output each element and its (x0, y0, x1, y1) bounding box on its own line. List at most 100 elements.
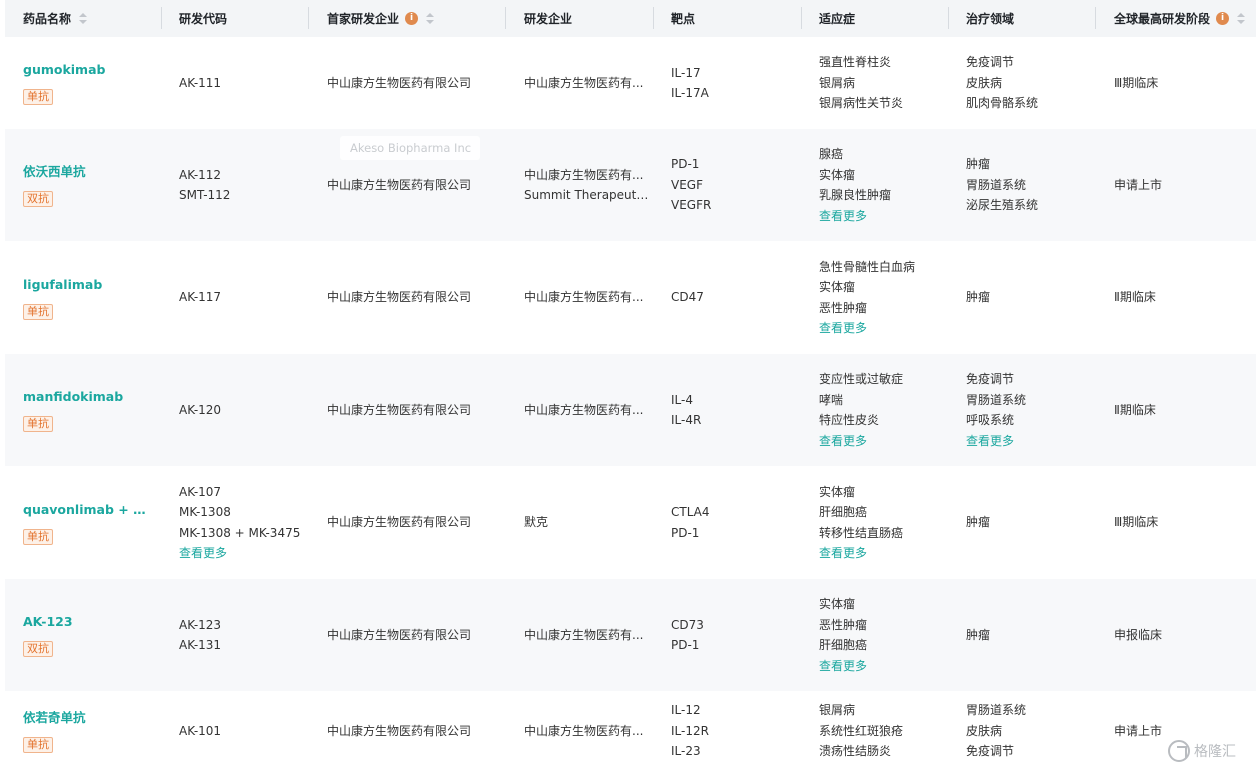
drug-name-cell: 依沃西单抗 双抗 (23, 129, 86, 241)
drug-name-cell: gumokimab 单抗 (23, 37, 105, 129)
gelonghui-logo: 格隆汇 (1168, 739, 1236, 763)
view-more-link[interactable]: 查看更多 (819, 206, 891, 227)
target: PD-1 (671, 638, 700, 652)
drug-name-link[interactable]: quavonlimab + 帕... (23, 501, 148, 519)
indication: 强直性脊柱炎 (819, 55, 892, 70)
indication: 恶性肿瘤 (819, 300, 868, 315)
drug-name-link[interactable]: ligufalimab (23, 276, 102, 294)
rd-code: AK-131 (179, 638, 222, 652)
table-row: AK-123 双抗 AK-123 AK-131 中山康方生物医药有限公司 中山康方生物医药… (5, 579, 1256, 691)
first-company: 中山康方生物医药有限公司 (327, 723, 472, 738)
highest-stage: Ⅱ期临床 (1114, 402, 1156, 417)
sort-icon[interactable] (1237, 12, 1246, 25)
rd-code: AK-120 (179, 402, 222, 417)
column-header-3[interactable]: 首家研发企业 i (327, 0, 435, 37)
first-company: 中山康方生物医药有限公司 (327, 515, 472, 530)
stage-cell: 申请上市 (1114, 691, 1162, 771)
indication: 恶性肿瘤 (819, 617, 868, 632)
therapeutic-area: 肿瘤 (966, 515, 991, 530)
column-header-label: 适应症 (819, 12, 856, 26)
table-row: 依若奇单抗 单抗 AK-101 中山康方生物医药有限公司 中山康方生物医药有... IL-… (5, 691, 1256, 771)
indication: 银屑病性关节炎 (819, 96, 904, 111)
target: IL-4 (671, 392, 693, 407)
highest-stage: Ⅲ期临床 (1114, 515, 1159, 530)
stage-cell: Ⅲ期临床 (1114, 466, 1158, 579)
indication-cell: 急性骨髓性白血病 实体瘤 恶性肿瘤 查看更多 (819, 241, 915, 354)
drug-name-cell: quavonlimab + 帕... 单抗 (23, 466, 148, 579)
therapeutic-area-cell: 肿瘤 (966, 579, 990, 691)
sort-icon[interactable] (79, 12, 88, 25)
column-header-label: 靶点 (671, 12, 696, 26)
indication: 实体瘤 (819, 167, 856, 182)
table-header: 药品名称 研发代码 首家研发企业 i 研发企业 靶点 适应症 治疗领域 全球最高研发阶段 i (5, 0, 1256, 37)
therapeutic-area-cell: 肿瘤 (966, 241, 990, 354)
indication-cell: 腺癌 实体瘤 乳腺良性肿瘤 查看更多 (819, 129, 891, 241)
table-row: ligufalimab 单抗 AK-117 中山康方生物医药有限公司 中山康方生物医药有… (5, 241, 1256, 354)
column-header-1[interactable]: 药品名称 (23, 0, 88, 37)
info-icon[interactable]: i (1216, 12, 1230, 25)
indication-cell: 变应性或过敏症 哮喘 特应性皮炎 查看更多 (819, 354, 903, 466)
first-company: 中山康方生物医药有限公司 (327, 75, 472, 90)
target: IL-12R (671, 723, 709, 738)
company-cell: 中山康方生物医药有... (524, 37, 649, 129)
table-row: gumokimab 单抗 AK-111 中山康方生物医药有限公司 中山康方生物医药有..… (5, 37, 1256, 129)
view-more-link[interactable]: 查看更多 (819, 656, 867, 677)
column-header-7: 治疗领域 (966, 0, 1014, 37)
company: 中山康方生物医药有... (524, 627, 644, 642)
target: IL-4R (671, 413, 702, 427)
info-icon[interactable]: i (405, 12, 419, 25)
column-divider (1095, 7, 1096, 29)
rd-code-cell: AK-111 (179, 37, 221, 129)
rd-code-cell: AK-117 (179, 241, 221, 354)
indication: 肝细胞癌 (819, 638, 868, 652)
stage-cell: 申请上市 (1114, 129, 1162, 241)
drug-name-link[interactable]: manfidokimab (23, 388, 123, 406)
indication: 转移性结直肠癌 (819, 525, 904, 540)
rd-code: MK-1308 + MK-3475 (179, 525, 301, 540)
company: 中山康方生物医药有... (524, 402, 644, 417)
view-more-link[interactable]: 查看更多 (819, 431, 903, 452)
indication: 实体瘤 (819, 597, 856, 611)
target: CD47 (671, 290, 704, 305)
view-more-link[interactable]: 查看更多 (179, 543, 300, 564)
drug-name-link[interactable]: 依沃西单抗 (23, 163, 86, 181)
target: IL-12 (671, 703, 701, 718)
stage-cell: Ⅲ期临床 (1114, 37, 1158, 129)
target-cell: CD47 (671, 241, 704, 354)
company: 中山康方生物医药有... (524, 75, 644, 90)
drug-name-link[interactable]: 依若奇单抗 (23, 709, 86, 727)
indication: 银屑病 (819, 703, 856, 718)
company-cell: 中山康方生物医药有... (524, 691, 649, 771)
target-cell: IL-4 IL-4R (671, 354, 701, 466)
column-header-2: 研发代码 (179, 0, 227, 37)
column-header-label: 研发代码 (179, 12, 228, 26)
sort-icon[interactable] (426, 12, 435, 25)
stage-cell: Ⅱ期临床 (1114, 241, 1156, 354)
indication-cell: 实体瘤恶性肿瘤肝细胞癌查看更多 (819, 579, 867, 691)
gelonghui-logo-icon (1168, 740, 1190, 762)
drug-pipeline-table: 药品名称 研发代码 首家研发企业 i 研发企业 靶点 适应症 治疗领域 全球最高研发阶段 i gu… (5, 0, 1256, 758)
therapeutic-area: 皮肤病 (966, 723, 1003, 738)
therapeutic-area: 免疫调节 (966, 372, 1015, 386)
drug-name-link[interactable]: AK-123 (23, 613, 73, 631)
highest-stage: Ⅲ期临床 (1114, 75, 1159, 90)
first-company: 中山康方生物医药有限公司 (327, 402, 472, 417)
highest-stage: 申请上市 (1114, 177, 1163, 192)
rd-code: AK-117 (179, 290, 222, 305)
antibody-type-badge: 单抗 (23, 89, 53, 105)
column-header-label: 治疗领域 (966, 12, 1015, 26)
company: 中山康方生物医药有... (524, 167, 644, 182)
first-company-cell: 中山康方生物医药有限公司 (327, 241, 471, 354)
drug-name-link[interactable]: gumokimab (23, 61, 105, 79)
therapeutic-area-cell: 肿瘤 (966, 466, 990, 579)
view-more-link[interactable]: 查看更多 (819, 318, 915, 339)
target: CTLA4 (671, 505, 710, 519)
table-row: 依沃西单抗 双抗 AK-112 SMT-112 中山康方生物医药有限公司 中山康方生物医药… (5, 129, 1256, 241)
therapeutic-area: 呼吸系统 (966, 413, 1015, 427)
drug-name-cell: AK-123 双抗 (23, 579, 73, 691)
view-more-link[interactable]: 查看更多 (966, 431, 1026, 452)
stage-cell: Ⅱ期临床 (1114, 354, 1156, 466)
view-more-link[interactable]: 查看更多 (819, 543, 903, 564)
rd-code: AK-111 (179, 75, 222, 90)
column-header-8[interactable]: 全球最高研发阶段 i (1114, 0, 1246, 37)
